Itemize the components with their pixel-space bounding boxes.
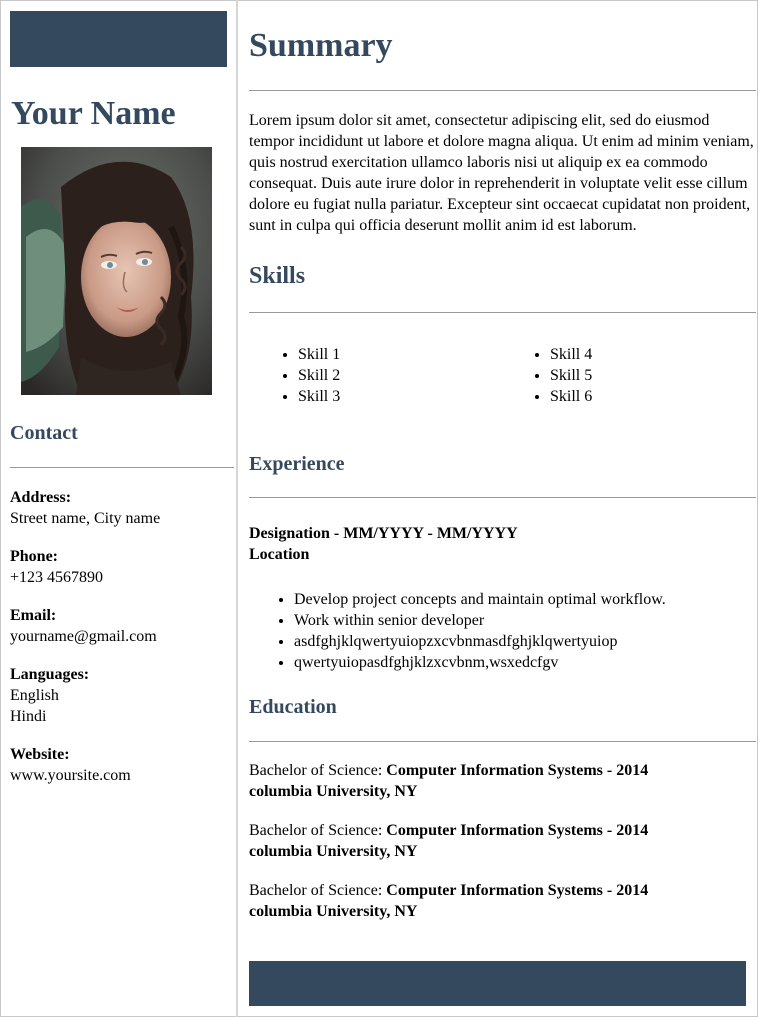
address-value: Street name, City name (10, 510, 161, 527)
experience-heading: Experience (249, 453, 345, 475)
job-header: Designation - MM/YYYY - MM/YYYY Location (249, 523, 756, 565)
language-item: English (10, 687, 59, 704)
education-entry: Bachelor of Science: Computer Informatio… (249, 760, 756, 802)
contact-phone: Phone: +123 4567890 (10, 546, 234, 588)
job-location: Location (249, 546, 310, 563)
portrait-illustration (21, 147, 212, 395)
list-item: asdfghjklqwertyuiopzxcvbnmasdfghjklqwert… (294, 631, 756, 652)
email-label: Email: (10, 607, 57, 624)
language-item: Hindi (10, 708, 47, 725)
school-name: columbia University, NY (249, 903, 418, 920)
contact-heading: Contact (10, 422, 78, 444)
contact-email: Email: yourname@gmail.com (10, 605, 234, 647)
address-label: Address: (10, 489, 72, 506)
column-divider (236, 0, 238, 1017)
phone-value: +123 4567890 (10, 569, 104, 586)
list-item: Skill 3 (298, 386, 501, 407)
contact-languages: Languages: English Hindi (10, 664, 234, 727)
list-item: qwertyuiopasdfghjklzxcvbnm,wsxedcfgv (294, 652, 756, 673)
degree-field: Computer Information Systems - 2014 (386, 882, 649, 899)
skills-divider (249, 312, 756, 313)
skills-column-right: Skill 4 Skill 5 Skill 6 (501, 344, 753, 407)
main-content: Summary Lorem ipsum dolor sit amet, cons… (249, 24, 756, 922)
skills-column-left: Skill 1 Skill 2 Skill 3 (249, 344, 501, 407)
skills-list: Skill 1 Skill 2 Skill 3 Skill 4 Skill 5 … (249, 344, 756, 407)
summary-heading: Summary (249, 27, 393, 64)
degree-label: Bachelor of Science: (249, 822, 387, 839)
website-label: Website: (10, 746, 70, 763)
contact-address: Address: Street name, City name (10, 487, 234, 529)
contact-website: Website: www.yoursite.com (10, 744, 234, 786)
degree-field: Computer Information Systems - 2014 (386, 762, 649, 779)
list-item: Work within senior developer (294, 610, 756, 631)
header-color-bar (10, 11, 227, 67)
list-item: Skill 5 (550, 365, 753, 386)
languages-label: Languages: (10, 666, 90, 683)
list-item: Develop project concepts and maintain op… (294, 589, 756, 610)
sidebar: Your Name Contact Address: Street name, … (10, 11, 234, 786)
list-item: Skill 2 (298, 365, 501, 386)
school-name: columbia University, NY (249, 783, 418, 800)
person-name: Your Name (11, 95, 176, 132)
degree-label: Bachelor of Science: (249, 882, 387, 899)
degree-label: Bachelor of Science: (249, 762, 387, 779)
contact-divider (10, 467, 234, 468)
education-heading: Education (249, 696, 337, 718)
education-entry: Bachelor of Science: Computer Informatio… (249, 880, 756, 922)
website-value: www.yoursite.com (10, 767, 131, 784)
summary-divider (249, 90, 756, 91)
footer-color-bar (249, 961, 746, 1006)
email-value: yourname@gmail.com (10, 628, 157, 645)
school-name: columbia University, NY (249, 843, 418, 860)
list-item: Skill 1 (298, 344, 501, 365)
profile-photo (21, 147, 212, 395)
job-title-line: Designation - MM/YYYY - MM/YYYY (249, 525, 518, 542)
phone-label: Phone: (10, 548, 58, 565)
skills-heading: Skills (249, 263, 306, 289)
list-item: Skill 6 (550, 386, 753, 407)
summary-text: Lorem ipsum dolor sit amet, consectetur … (249, 112, 754, 234)
education-entry: Bachelor of Science: Computer Informatio… (249, 820, 756, 862)
list-item: Skill 4 (550, 344, 753, 365)
experience-divider (249, 497, 756, 498)
degree-field: Computer Information Systems - 2014 (386, 822, 649, 839)
education-divider (249, 741, 756, 742)
task-list: Develop project concepts and maintain op… (249, 589, 756, 673)
